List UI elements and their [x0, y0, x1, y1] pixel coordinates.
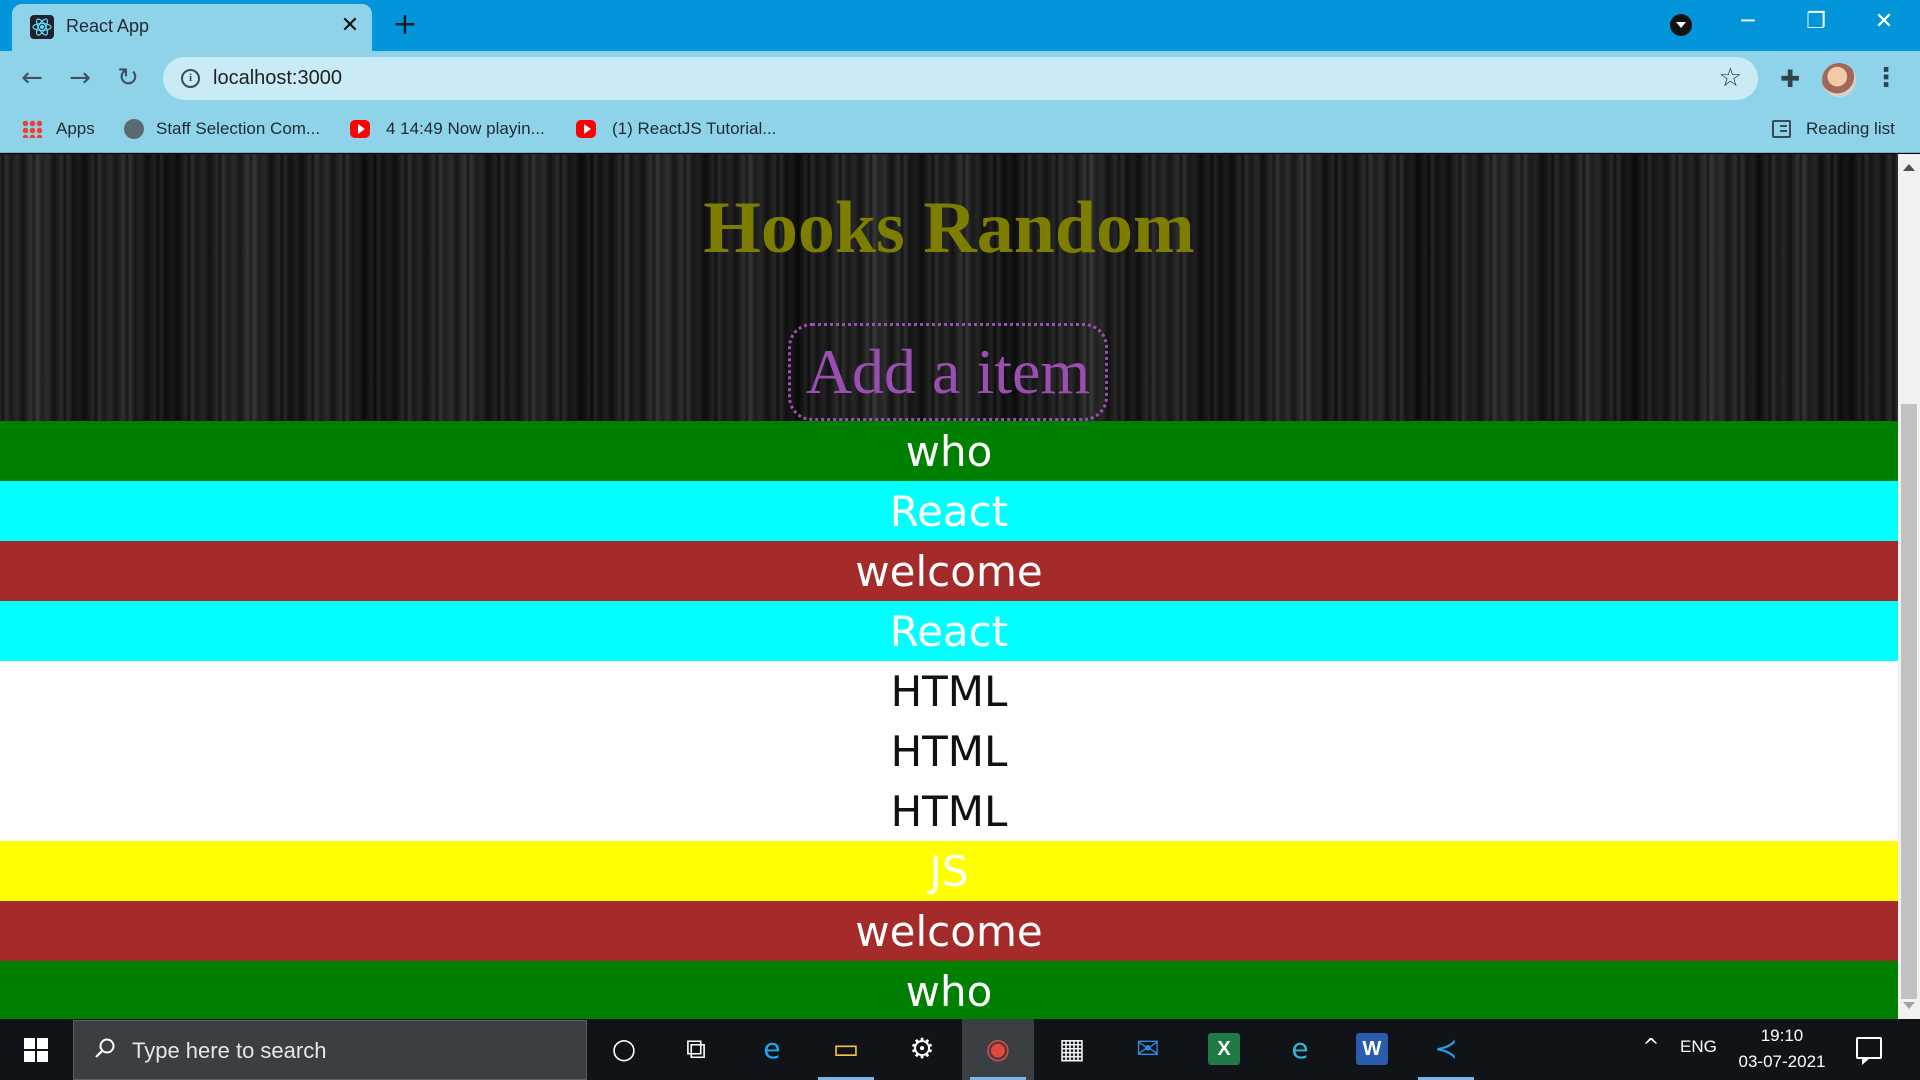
- bookmark-label: (1) ReactJS Tutorial...: [612, 119, 777, 138]
- list-item: who: [0, 421, 1898, 481]
- close-tab-icon[interactable]: ✕: [336, 12, 364, 40]
- browser-titlebar: React App ✕ + ─ ❐ ✕: [0, 0, 1920, 51]
- bookmark-label: Staff Selection Com...: [156, 119, 321, 138]
- list-item: HTML: [0, 781, 1898, 841]
- settings-icon: ⚙: [909, 1032, 935, 1065]
- taskbar-vscode-button[interactable]: ≺: [1410, 1019, 1482, 1080]
- excel-icon: X: [1208, 1033, 1240, 1065]
- store-icon: ▦: [1058, 1032, 1086, 1065]
- youtube-icon: [350, 120, 370, 138]
- list-item: welcome: [0, 541, 1898, 601]
- list-item: React: [0, 601, 1898, 661]
- list-item: HTML: [0, 661, 1898, 721]
- back-button[interactable]: ←: [14, 61, 50, 97]
- minimize-button[interactable]: ─: [1714, 0, 1782, 44]
- site-info-icon[interactable]: i: [181, 69, 200, 88]
- search-placeholder: Type here to search: [132, 1038, 327, 1063]
- reading-list-label: Reading list: [1806, 119, 1895, 138]
- reload-button[interactable]: ↻: [110, 61, 146, 97]
- mail-icon: ✉: [1136, 1032, 1160, 1065]
- tab-search-icon[interactable]: [1670, 14, 1692, 36]
- file-explorer-icon: ▭: [832, 1032, 860, 1065]
- chrome-icon: ◉: [985, 1032, 1011, 1065]
- bookmark-apps[interactable]: Apps: [22, 115, 102, 143]
- scroll-down-arrow-icon[interactable]: [1903, 1002, 1915, 1009]
- reading-list-icon: [1772, 120, 1791, 138]
- taskbar-cortana-button[interactable]: ○: [588, 1019, 660, 1080]
- windows-logo-icon: [37, 1038, 48, 1049]
- taskbar-mail-button[interactable]: ✉: [1112, 1019, 1184, 1080]
- list-item: React: [0, 481, 1898, 541]
- task-view-icon: ⧉: [686, 1032, 706, 1065]
- taskbar-internet-explorer-button[interactable]: e: [736, 1019, 808, 1080]
- taskbar-settings-button[interactable]: ⚙: [886, 1019, 958, 1080]
- tab-react-app[interactable]: React App ✕: [12, 4, 372, 51]
- taskbar-store-button[interactable]: ▦: [1036, 1019, 1108, 1080]
- forward-button[interactable]: →: [62, 61, 98, 97]
- cortana-icon: ○: [611, 1032, 637, 1065]
- taskbar-edge-button[interactable]: e: [1264, 1019, 1336, 1080]
- youtube-icon: [576, 120, 596, 138]
- list-item: welcome: [0, 901, 1898, 961]
- show-hidden-icons-chevron-icon[interactable]: ^: [1640, 1035, 1662, 1057]
- clock-time[interactable]: 19:10: [1730, 1026, 1834, 1046]
- list-item: JS: [0, 841, 1898, 901]
- language-indicator[interactable]: ENG: [1680, 1037, 1717, 1057]
- header-section: Hooks Random: [0, 154, 1898, 421]
- react-logo-icon: [30, 15, 54, 39]
- bookmark-label: 4 14:49 Now playin...: [386, 119, 545, 138]
- windows-taskbar: Type here to search ○ ⧉ e ▭ ⚙ ◉ ▦ ✉ Xe W ≺ ^ ENG 1…: [0, 1019, 1920, 1080]
- bookmark-reactjs-tutorial[interactable]: (1) ReactJS Tutorial...: [576, 115, 786, 143]
- windows-logo-icon: [24, 1051, 35, 1062]
- internet-explorer-icon: e: [763, 1032, 781, 1065]
- profile-avatar[interactable]: [1822, 63, 1856, 97]
- search-icon: [95, 1038, 115, 1058]
- vscode-icon: ≺: [1434, 1032, 1458, 1065]
- reading-list-button[interactable]: Reading list: [1772, 115, 1902, 143]
- taskbar-word-button[interactable]: W: [1336, 1019, 1408, 1080]
- bookmark-star-icon[interactable]: ☆: [1719, 63, 1742, 93]
- apps-grid-icon: [22, 120, 42, 138]
- list-item: who: [0, 961, 1898, 1019]
- notifications-icon[interactable]: [1856, 1037, 1882, 1065]
- bookmark-staff-selection[interactable]: Staff Selection Com...: [124, 115, 334, 143]
- list-item: HTML: [0, 721, 1898, 781]
- bookmark-label: Apps: [56, 119, 95, 138]
- address-bar[interactable]: i localhost:3000 ☆: [163, 57, 1758, 100]
- add-item-input[interactable]: [788, 323, 1108, 421]
- edge-icon: e: [1291, 1032, 1309, 1065]
- browser-toolbar: ← → ↻ i localhost:3000 ☆ ✚ ⋮: [0, 51, 1920, 106]
- close-window-button[interactable]: ✕: [1850, 0, 1918, 44]
- taskbar-excel-button[interactable]: X: [1188, 1019, 1260, 1080]
- start-button[interactable]: [0, 1019, 70, 1080]
- scroll-up-arrow-icon[interactable]: [1903, 164, 1915, 171]
- vertical-scrollbar[interactable]: [1898, 154, 1920, 1019]
- globe-icon: [124, 119, 144, 139]
- tab-title: React App: [66, 16, 150, 36]
- new-tab-button[interactable]: +: [390, 10, 420, 41]
- scrollbar-thumb[interactable]: [1901, 404, 1917, 999]
- word-icon: W: [1356, 1033, 1388, 1065]
- taskbar-task-view-button[interactable]: ⧉: [660, 1019, 732, 1080]
- url-text[interactable]: localhost:3000: [213, 67, 342, 90]
- page-viewport: Hooks Random whoReactwelcomeReactHTMLHTM…: [0, 154, 1898, 1019]
- taskbar-chrome-button[interactable]: ◉: [962, 1019, 1034, 1080]
- bookmarks-bar: Apps Staff Selection Com... 4 14:49 Now …: [0, 106, 1920, 153]
- restore-button[interactable]: ❐: [1782, 0, 1850, 44]
- taskbar-search-box[interactable]: Type here to search: [73, 1020, 587, 1080]
- extensions-icon[interactable]: ✚: [1775, 64, 1805, 94]
- browser-menu-icon[interactable]: ⋮: [1872, 63, 1900, 95]
- windows-logo-icon: [37, 1051, 48, 1062]
- item-list: who React welcome React HTML HTML HTML JS welcom…: [0, 421, 1898, 1019]
- clock-date[interactable]: 03-07-2021: [1730, 1052, 1834, 1072]
- bookmark-now-playing[interactable]: 4 14:49 Now playin...: [350, 115, 555, 143]
- taskbar-file-explorer-button[interactable]: ▭: [810, 1019, 882, 1080]
- page-title: Hooks Random: [703, 187, 1195, 269]
- windows-logo-icon: [24, 1038, 35, 1049]
